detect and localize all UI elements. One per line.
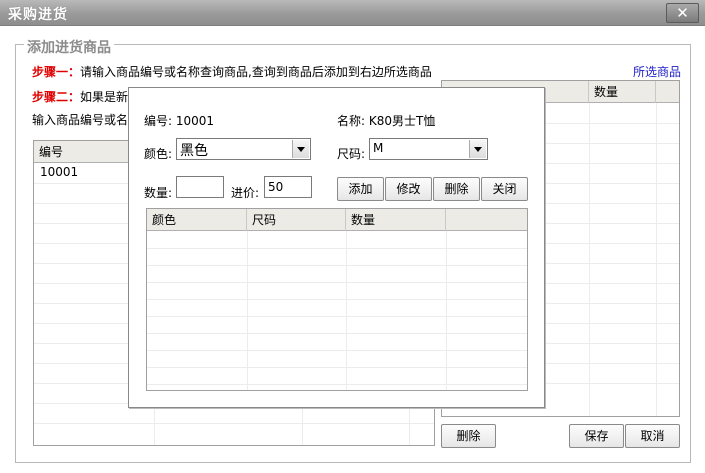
close-icon: ✕ <box>676 4 689 22</box>
name-label: 名称: K80男士T恤 <box>337 112 435 129</box>
code-label: 编号: 10001 <box>144 112 214 129</box>
column-header-quantity[interactable]: 数量 <box>589 81 656 103</box>
search-prompt: 输入商品编号或名 <box>32 113 129 127</box>
modify-button[interactable]: 修改 <box>385 177 432 201</box>
table-header: 颜色 尺码 数量 <box>147 209 527 231</box>
save-button[interactable]: 保存 <box>569 424 624 448</box>
step-two-text: 如果是新 <box>80 90 129 104</box>
table-cell-code[interactable]: 10001 <box>40 165 78 179</box>
step-one-text: 请输入商品编号或名称查询商品,查询到商品后添加到右边所选商品 <box>80 65 432 79</box>
quantity-input[interactable] <box>176 176 224 198</box>
size-select[interactable]: M <box>369 138 488 160</box>
chevron-down-icon[interactable] <box>469 140 486 158</box>
window-title: 采购进货 <box>8 7 68 23</box>
group-legend: 添加进货商品 <box>24 37 114 57</box>
step-two: 步骤二：如果是新 <box>32 88 128 105</box>
dialog-items-table: 颜色 尺码 数量 <box>146 208 528 391</box>
goods-detail-dialog: 编号: 10001 名称: K80男士T恤 颜色: 黑色 尺码: M 数量: 进… <box>128 87 545 408</box>
color-select[interactable]: 黑色 <box>176 138 311 160</box>
name-label-text: 名称: <box>337 114 366 128</box>
code-value: 10001 <box>175 114 215 128</box>
size-select-value: M <box>373 141 384 155</box>
close-dialog-button[interactable]: 关闭 <box>481 177 528 201</box>
add-button[interactable]: 添加 <box>337 177 384 201</box>
title-bar <box>0 0 705 26</box>
column-header-quantity[interactable]: 数量 <box>346 209 446 231</box>
cancel-button[interactable]: 取消 <box>625 424 680 448</box>
color-label: 颜色: <box>144 147 173 161</box>
color-select-value: 黑色 <box>180 143 208 159</box>
name-value: K80男士T恤 <box>368 114 436 128</box>
column-header-size[interactable]: 尺码 <box>247 209 346 231</box>
delete-button[interactable]: 删除 <box>433 177 480 201</box>
price-input[interactable]: 50 <box>264 176 312 198</box>
close-button[interactable]: ✕ <box>666 3 699 23</box>
step-one-label: 步骤一： <box>32 65 81 79</box>
price-label: 进价: <box>231 186 260 200</box>
step-one: 步骤一：请输入商品编号或名称查询商品,查询到商品后添加到右边所选商品 <box>32 63 432 80</box>
code-label-text: 编号: <box>144 114 173 128</box>
column-header-color[interactable]: 颜色 <box>147 209 247 231</box>
step-two-label: 步骤二： <box>32 90 81 104</box>
delete-selected-button[interactable]: 删除 <box>441 424 496 448</box>
size-label: 尺码: <box>337 147 366 161</box>
column-header-blank[interactable] <box>446 209 527 231</box>
quantity-label: 数量: <box>144 186 173 200</box>
chevron-down-icon[interactable] <box>292 140 309 158</box>
selected-goods-link[interactable]: 所选商品 <box>633 63 681 80</box>
